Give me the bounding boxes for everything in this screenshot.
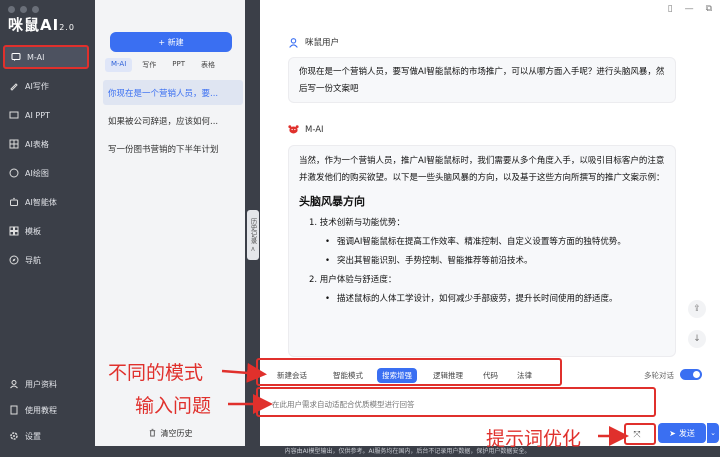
table-icon — [9, 139, 19, 149]
annotation-box-optimize — [624, 423, 656, 445]
sidebar-item-tutorial[interactable]: 使用教程 — [0, 398, 95, 422]
user-message: 你现在是一个营销人员，要写做AI智能鼠标的市场推广，可以从哪方面入手呢？进行头脑… — [288, 57, 676, 103]
history-item[interactable]: 你现在是一个营销人员，要... — [103, 80, 243, 105]
ai-bullet: 描述鼠标的人体工学设计，如何减少手部疲劳，提升长时间使用的舒适度。 — [299, 291, 665, 308]
sidebar-item-label: AI绘图 — [25, 168, 49, 178]
mouse-avatar-icon — [288, 124, 299, 135]
sidebar-item-ai-drawing[interactable]: AI绘图 — [0, 161, 95, 185]
new-chat-button[interactable]: + 新建 — [110, 32, 232, 52]
history-item[interactable]: 写一份图书营销的下半年计划 — [103, 136, 243, 161]
send-button[interactable]: ➤ 发送 — [658, 423, 706, 443]
tab-ppt[interactable]: PPT — [166, 58, 191, 72]
ai-name: M-AI — [305, 124, 324, 135]
sidebar-item-ai-agent[interactable]: AI智能体 — [0, 190, 95, 214]
ai-heading: 头脑风暴方向 — [299, 195, 365, 208]
compass-icon — [9, 255, 19, 265]
send-label: 发送 — [678, 428, 695, 438]
ai-message: 当然，作为一个营销人员，推广AI智能鼠标时，我们需要从多个角度入手，以吸引目标客… — [288, 145, 676, 357]
annotation-input-label: 输入问题 — [135, 395, 212, 417]
sidebar-item-m-ai[interactable]: M-AI — [3, 45, 89, 69]
sidebar-item-label: AI写作 — [25, 81, 49, 91]
sidebar-item-label: 模板 — [25, 226, 41, 236]
ai-point: 2. 用户体验与舒适度： — [309, 275, 397, 285]
sidebar-bottom: 用户资料 使用教程 设置 — [0, 372, 95, 450]
restore-icon[interactable]: ⧉ — [706, 4, 712, 14]
history-item[interactable]: 如果被公司辞退，应该如何... — [103, 108, 243, 133]
logo-version: 2.0 — [59, 23, 75, 32]
tab-table[interactable]: 表格 — [195, 58, 221, 72]
ai-bullet: 强调AI智能鼠标在提高工作效率、精准控制、自定义设置等方面的独特优势。 — [299, 234, 665, 251]
ppt-icon — [9, 110, 19, 120]
history-tabs: M-AI 写作 PPT 表格 — [105, 58, 221, 72]
mobile-icon[interactable]: ▯ — [668, 4, 673, 14]
annotation-optimize-label: 提示词优化 — [486, 428, 582, 450]
share-icon[interactable]: ⇪ — [688, 300, 706, 318]
footer-disclaimer: 内容由AI模型输出，仅供参考。AI服务均在国内，后台不记录用户数据，保护用户数据… — [95, 446, 720, 457]
annotation-box-input — [256, 387, 656, 417]
ai-message-header: M-AI — [288, 124, 324, 135]
template-icon — [9, 226, 19, 236]
clear-history-label: 清空历史 — [160, 429, 193, 438]
sidebar-item-template[interactable]: 模板 — [0, 219, 95, 243]
app-logo: 咪鼠AI2.0 — [8, 14, 75, 35]
tab-writing[interactable]: 写作 — [136, 58, 162, 72]
book-icon — [9, 405, 19, 415]
sidebar-item-label: 使用教程 — [25, 405, 57, 415]
sidebar-item-navigation[interactable]: 导航 — [0, 248, 95, 272]
pen-icon — [9, 81, 19, 91]
sidebar-item-label: M-AI — [27, 52, 45, 62]
gear-icon — [9, 431, 19, 441]
sidebar-item-label: 用户资料 — [25, 379, 57, 389]
multi-turn-label: 多轮对话 — [644, 371, 674, 380]
tab-m-ai[interactable]: M-AI — [105, 58, 133, 72]
send-icon: ➤ — [669, 428, 676, 438]
ai-bullet: 突出其智能识别、手势控制、智能推荐等前沿技术。 — [299, 253, 665, 270]
sidebar-item-settings[interactable]: 设置 — [0, 424, 95, 448]
annotation-box-modes — [256, 358, 562, 386]
clear-history-button[interactable]: 清空历史 — [95, 428, 245, 439]
send-options-chevron-icon[interactable]: ⌄ — [707, 423, 719, 443]
sidebar-item-label: AI智能体 — [25, 197, 57, 207]
user-name: 咪鼠用户 — [305, 38, 340, 48]
bot-icon — [9, 197, 19, 207]
minimize-dot[interactable] — [20, 6, 27, 13]
logo-text: 咪鼠AI — [8, 16, 60, 34]
sidebar-item-label: 设置 — [25, 431, 41, 441]
minimize-icon[interactable]: — — [685, 4, 694, 14]
ai-point: 1. 技术创新与功能优势： — [309, 218, 405, 228]
palette-icon — [9, 168, 19, 178]
app-sidebar: 咪鼠AI2.0 M-AI AI写作 AI PPT AI表格 AI绘图 AI智能体 — [0, 0, 95, 457]
close-dot[interactable] — [8, 6, 15, 13]
user-message-header: 咪鼠用户 — [288, 36, 339, 48]
sidebar-nav: M-AI AI写作 AI PPT AI表格 AI绘图 AI智能体 模板 导航 — [0, 45, 95, 277]
chat-icon — [11, 52, 21, 62]
ai-intro: 当然，作为一个营销人员，推广AI智能鼠标时，我们需要从多个角度入手，以吸引目标客… — [299, 156, 665, 183]
sidebar-item-ai-writing[interactable]: AI写作 — [0, 74, 95, 98]
user-avatar-icon — [288, 37, 299, 48]
sidebar-item-ai-ppt[interactable]: AI PPT — [0, 103, 95, 127]
history-collapse-toggle[interactable]: 历史记录 < — [247, 210, 259, 260]
scroll-down-icon[interactable]: ↓ — [688, 330, 706, 348]
sidebar-item-label: AI PPT — [25, 110, 50, 120]
trash-icon — [148, 428, 157, 439]
maximize-dot[interactable] — [32, 6, 39, 13]
sidebar-item-user-profile[interactable]: 用户资料 — [0, 372, 95, 396]
user-icon — [9, 379, 19, 389]
window-controls[interactable] — [8, 6, 39, 13]
sidebar-item-label: AI表格 — [25, 139, 49, 149]
sidebar-item-label: 导航 — [25, 255, 41, 265]
sidebar-item-ai-table[interactable]: AI表格 — [0, 132, 95, 156]
annotation-modes-label: 不同的模式 — [108, 362, 204, 384]
window-actions: ▯ — ⧉ — [668, 4, 712, 14]
multi-turn-toggle[interactable] — [680, 369, 702, 380]
history-list: 你现在是一个营销人员，要... 如果被公司辞退，应该如何... 写一份图书营销的… — [103, 80, 243, 164]
